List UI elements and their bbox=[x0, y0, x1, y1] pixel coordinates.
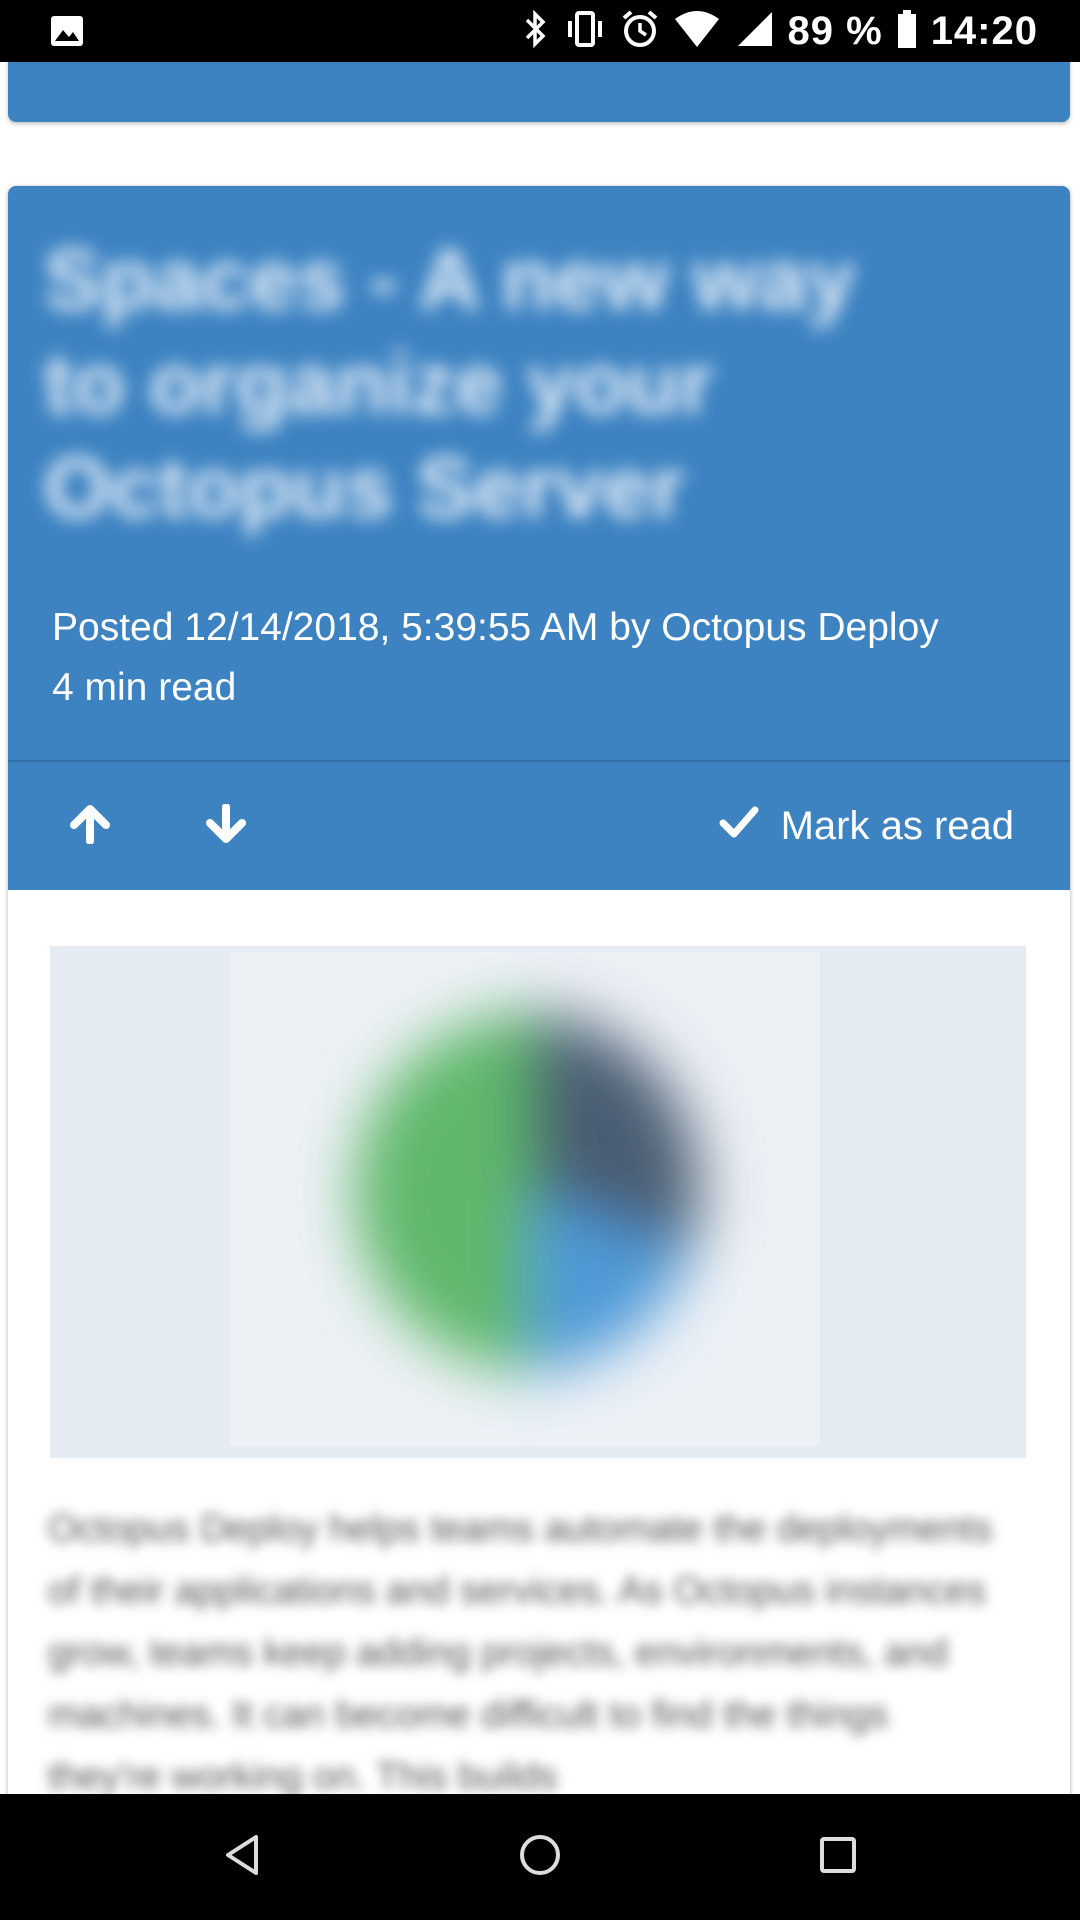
arrow-down-icon bbox=[205, 802, 247, 849]
status-bar: 89 % 14:20 bbox=[0, 0, 1080, 62]
article-meta: Posted 12/14/2018, 5:39:55 AM by Octopus… bbox=[52, 598, 1042, 718]
mark-as-read-button[interactable]: Mark as read bbox=[719, 796, 1014, 856]
back-button[interactable] bbox=[212, 1827, 272, 1887]
octopus-logo-image bbox=[230, 952, 820, 1446]
image-icon bbox=[50, 15, 84, 47]
article-card: Spaces - A new way to organize your Octo… bbox=[8, 186, 1070, 1906]
recents-button[interactable] bbox=[808, 1827, 868, 1887]
article-title[interactable]: Spaces - A new way to organize your Octo… bbox=[44, 228, 924, 540]
article-body-text: Octopus Deploy helps teams automate the … bbox=[48, 1508, 993, 1798]
article-header[interactable]: Spaces - A new way to organize your Octo… bbox=[8, 186, 1070, 760]
read-time: 4 min read bbox=[52, 666, 237, 709]
battery-percent: 89 % bbox=[787, 8, 883, 53]
article-action-bar: Mark as read bbox=[8, 762, 1070, 890]
clock: 14:20 bbox=[930, 8, 1038, 53]
checkmark-icon bbox=[719, 804, 759, 849]
battery-icon bbox=[897, 9, 917, 54]
mark-as-read-label: Mark as read bbox=[780, 803, 1014, 848]
wifi-icon bbox=[674, 10, 720, 53]
navigation-bar bbox=[0, 1794, 1080, 1920]
vibrate-icon bbox=[564, 9, 606, 54]
arrow-up-icon bbox=[69, 804, 111, 849]
home-icon bbox=[518, 1833, 562, 1882]
home-button[interactable] bbox=[510, 1827, 570, 1887]
alarm-icon bbox=[620, 9, 660, 54]
posted-line: Posted 12/14/2018, 5:39:55 AM by Octopus… bbox=[52, 606, 939, 649]
downvote-button[interactable] bbox=[196, 796, 256, 856]
screen: 89 % 14:20 Mark as read Spaces - A new w… bbox=[0, 0, 1080, 1920]
back-icon bbox=[222, 1833, 262, 1882]
signal-icon bbox=[734, 10, 774, 53]
article-image[interactable] bbox=[50, 946, 1026, 1458]
recents-icon bbox=[818, 1835, 858, 1880]
bluetooth-icon bbox=[520, 9, 550, 54]
upvote-button[interactable] bbox=[60, 796, 120, 856]
